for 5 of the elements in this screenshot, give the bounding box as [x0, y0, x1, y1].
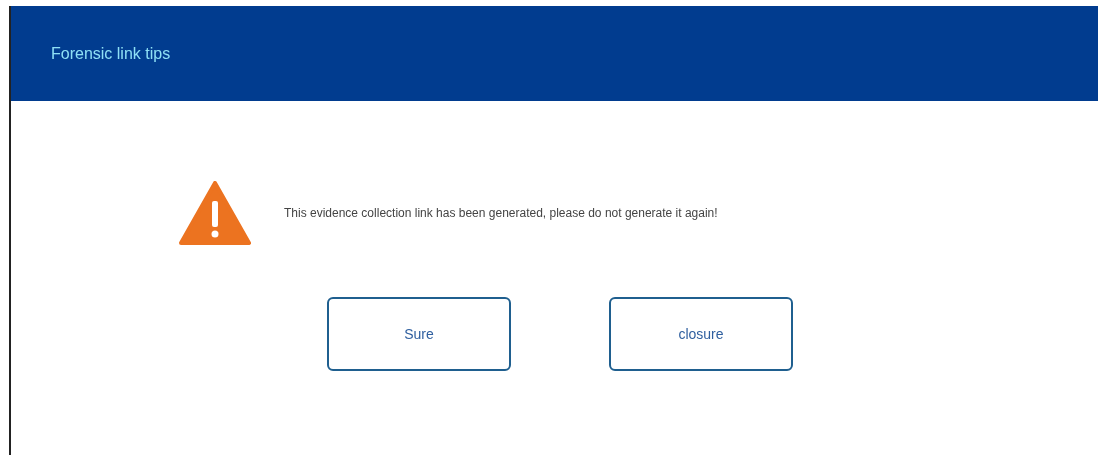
dialog-button[interactable]: Sure [327, 297, 511, 371]
dialog-button[interactable]: closure [609, 297, 793, 371]
dialog-title: Forensic link tips [51, 43, 171, 64]
message-text: This evidence collection link has been generated, please do not generate it again! [284, 205, 718, 222]
warning-icon [179, 181, 251, 245]
